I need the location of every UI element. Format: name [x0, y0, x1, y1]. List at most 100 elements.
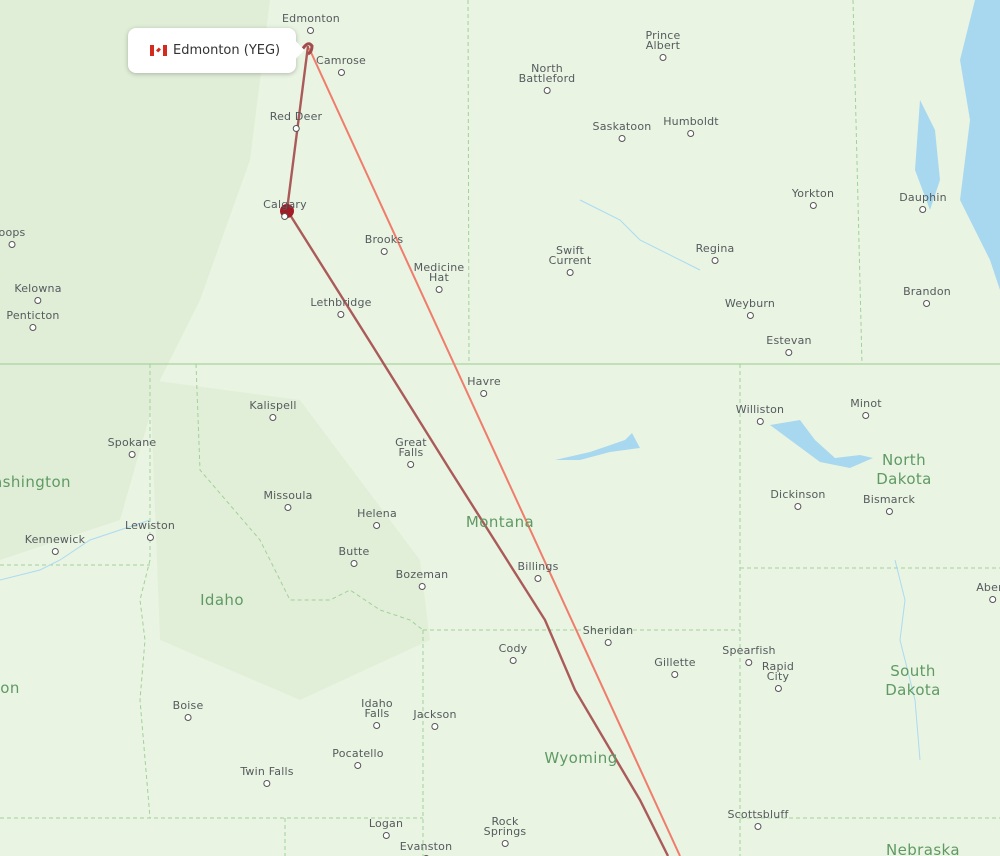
- city-name: Spokane: [107, 436, 157, 449]
- city-label[interactable]: Kelowna: [14, 282, 62, 304]
- region-label: Nebraska: [886, 841, 960, 856]
- city-dot-icon: [919, 206, 927, 213]
- city-dot-icon: [431, 723, 439, 730]
- city-name: Calgary: [263, 198, 307, 211]
- city-name: Bismarck: [862, 493, 916, 506]
- city-label[interactable]: Butte: [338, 545, 370, 567]
- city-label[interactable]: Calgary: [263, 198, 307, 220]
- flight-route-map[interactable]: Edmonton Camrose Red Deer Calgary Brooks Medi…: [0, 0, 1000, 856]
- city-label[interactable]: Sheridan: [583, 625, 634, 646]
- city-dot-icon: [687, 130, 695, 137]
- city-dot-icon: [263, 780, 271, 787]
- city-name: Kelowna: [14, 282, 62, 295]
- region-label: South Dakota: [885, 662, 941, 699]
- city-name: Helena: [357, 507, 397, 520]
- city-label[interactable]: Gillette: [654, 657, 696, 678]
- city-label[interactable]: Bismarck: [862, 493, 916, 515]
- city-name: Great Falls: [395, 436, 427, 459]
- city-label[interactable]: Prince Albert: [645, 29, 681, 61]
- city-name: Saskatoon: [592, 120, 652, 133]
- city-dot-icon: [382, 832, 390, 839]
- city-label[interactable]: Brooks: [364, 233, 404, 255]
- city-label[interactable]: Williston: [736, 404, 784, 425]
- city-label[interactable]: Logan: [368, 817, 404, 839]
- city-label[interactable]: Idaho Falls: [361, 698, 393, 729]
- city-label[interactable]: Pocatello: [332, 747, 384, 769]
- city-label[interactable]: Camrose: [315, 54, 367, 76]
- region-label: Idaho: [200, 591, 244, 609]
- city-label[interactable]: Medicine Hat: [414, 262, 465, 293]
- city-label[interactable]: Dauphin: [899, 192, 947, 213]
- city-label[interactable]: Spokane: [107, 436, 157, 458]
- city-name: Brooks: [364, 233, 404, 246]
- city-name: North Battleford: [518, 62, 576, 85]
- city-label[interactable]: Aberd: [976, 581, 1000, 603]
- region-label: on: [0, 679, 20, 697]
- city-name: Camrose: [315, 54, 367, 67]
- city-label[interactable]: Dickinson: [770, 488, 826, 510]
- city-label[interactable]: Rock Springs: [484, 816, 527, 847]
- city-label[interactable]: Penticton: [6, 310, 59, 331]
- city-dot-icon: [8, 241, 16, 248]
- city-label[interactable]: Estevan: [766, 335, 811, 356]
- city-name: Evanston: [399, 840, 453, 853]
- city-label[interactable]: Havre: [467, 376, 501, 397]
- city-name: Aberd: [976, 581, 1000, 594]
- city-name: Minot: [850, 397, 882, 410]
- city-name: Prince Albert: [645, 29, 681, 52]
- city-label[interactable]: North Battleford: [518, 62, 576, 94]
- city-label[interactable]: Weyburn: [724, 297, 776, 319]
- city-label[interactable]: Lethbridge: [310, 296, 372, 318]
- city-label[interactable]: Yorkton: [792, 188, 834, 209]
- region-label: ashington: [0, 473, 71, 491]
- city-label[interactable]: Regina: [695, 242, 735, 264]
- city-label[interactable]: Saskatoon: [592, 120, 652, 142]
- city-name: Weyburn: [724, 297, 776, 310]
- city-name: Kalispell: [249, 399, 297, 412]
- city-dot-icon: [543, 87, 551, 94]
- region-label: North Dakota: [876, 451, 932, 488]
- city-label[interactable]: Kennewick: [25, 534, 85, 555]
- city-label[interactable]: Red Deer: [269, 110, 323, 132]
- city-name: Red Deer: [269, 110, 323, 123]
- city-label[interactable]: Billings: [517, 560, 559, 582]
- city-name: Butte: [338, 545, 370, 558]
- city-label[interactable]: Swift Current: [549, 245, 592, 276]
- city-dot-icon: [862, 412, 870, 419]
- city-label[interactable]: Humboldt: [663, 116, 719, 137]
- city-label[interactable]: Boise: [173, 700, 204, 721]
- city-dot-icon: [373, 722, 381, 729]
- city-label[interactable]: Jackson: [413, 708, 457, 730]
- route-direct: [308, 47, 681, 856]
- city-label[interactable]: Helena: [357, 507, 397, 529]
- city-label[interactable]: Twin Falls: [240, 766, 293, 787]
- city-label[interactable]: Lewiston: [125, 520, 175, 541]
- airport-tooltip[interactable]: Edmonton (YEG): [128, 28, 296, 73]
- city-label[interactable]: Cody: [499, 643, 528, 664]
- city-dot-icon: [604, 639, 612, 646]
- city-label[interactable]: Evanston: [399, 840, 453, 856]
- city-label[interactable]: Brandon: [903, 286, 951, 307]
- city-dot-icon: [501, 840, 509, 847]
- city-label[interactable]: Rapid City: [761, 660, 795, 692]
- city-dot-icon: [671, 671, 679, 678]
- city-name: Lethbridge: [310, 296, 372, 309]
- city-label[interactable]: Great Falls: [395, 436, 427, 468]
- city-dot-icon: [885, 508, 893, 515]
- city-label[interactable]: Kalispell: [249, 399, 297, 421]
- city-name: Rapid City: [761, 660, 795, 683]
- city-label[interactable]: Minot: [850, 397, 882, 419]
- region-label: Montana: [465, 513, 535, 531]
- city-dot-icon: [307, 27, 315, 34]
- city-label[interactable]: Scottsbluff: [727, 809, 788, 830]
- city-name: Edmonton: [282, 12, 340, 25]
- city-name: Billings: [517, 560, 559, 573]
- city-name: Pocatello: [332, 747, 384, 760]
- city-name: Jackson: [413, 708, 457, 721]
- city-label[interactable]: Missoula: [263, 490, 312, 511]
- city-label[interactable]: oops: [0, 227, 25, 248]
- city-label[interactable]: Bozeman: [396, 569, 449, 590]
- city-name: Logan: [368, 817, 404, 830]
- city-name: Dickinson: [770, 488, 826, 501]
- city-name: Regina: [695, 242, 735, 255]
